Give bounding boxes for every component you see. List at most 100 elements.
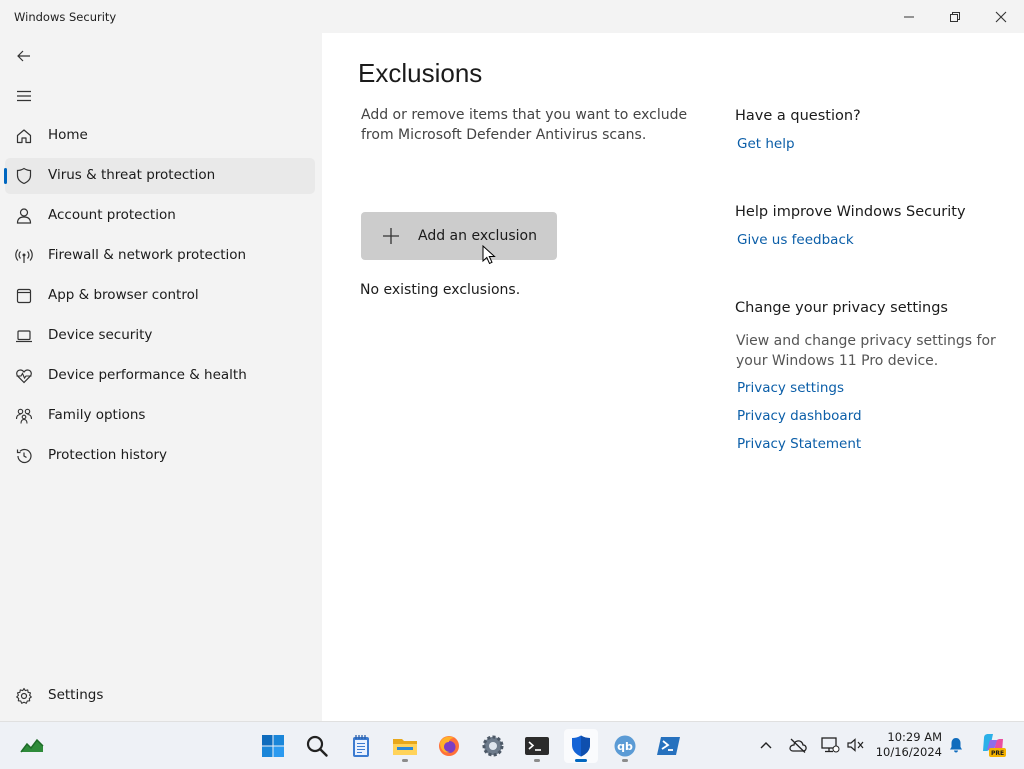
selection-indicator: [4, 168, 7, 184]
gear-icon: [14, 686, 34, 706]
sidebar-item-label: Firewall & network protection: [48, 247, 247, 263]
taskbar-app-notepad[interactable]: [344, 729, 378, 763]
notepad-icon: [353, 735, 369, 757]
history-icon: [14, 446, 34, 466]
hamburger-icon: [17, 90, 31, 102]
restore-icon: [950, 11, 960, 22]
svg-text:qb: qb: [617, 740, 633, 753]
powershell-icon: [657, 737, 680, 755]
improve-heading: Help improve Windows Security: [735, 204, 966, 220]
show-hidden-icons-button[interactable]: [755, 734, 777, 756]
sidebar-item-app-browser-control[interactable]: App & browser control: [5, 278, 315, 314]
title-bar: Windows Security: [0, 0, 1024, 33]
terminal-icon: [525, 737, 549, 755]
plus-icon: [383, 228, 399, 244]
window-title: Windows Security: [14, 10, 117, 24]
wireless-icon: [14, 246, 34, 266]
heart-pulse-icon: [14, 366, 34, 386]
app-window-icon: [14, 286, 34, 306]
sidebar-item-label: Home: [48, 127, 88, 143]
clock-date: 10/16/2024: [875, 745, 942, 759]
stock-chart-icon: [20, 738, 44, 753]
taskbar-app-file-explorer[interactable]: [388, 729, 422, 763]
start-icon: [262, 735, 284, 757]
restore-button[interactable]: [932, 0, 978, 33]
sidebar-item-family-options[interactable]: Family options: [5, 398, 315, 434]
sidebar-item-device-security[interactable]: Device security: [5, 318, 315, 354]
settings-gear-icon: [482, 735, 504, 757]
sidebar-item-account-protection[interactable]: Account protection: [5, 198, 315, 234]
start-button[interactable]: [256, 729, 290, 763]
clock-time: 10:29 AM: [887, 730, 942, 744]
taskbar-app-terminal[interactable]: [520, 729, 554, 763]
taskbar: qb 10:29 AM 10/16/2024 PRE: [0, 721, 1024, 769]
network-monitor-icon: [821, 737, 840, 753]
sidebar-item-settings[interactable]: Settings: [5, 678, 315, 714]
taskbar-app-windows-security[interactable]: [564, 729, 598, 763]
sidebar-item-label: Virus & threat protection: [48, 167, 216, 183]
page-title: Exclusions: [358, 58, 483, 88]
get-help-link[interactable]: Get help: [737, 136, 795, 152]
firefox-icon: [439, 736, 459, 756]
sidebar-item-label: Account protection: [48, 207, 176, 223]
network-tray[interactable]: [819, 734, 841, 756]
sidebar: Home Virus & threat protection Account p…: [0, 33, 322, 721]
onedrive-tray[interactable]: [787, 734, 809, 756]
taskbar-app-powershell[interactable]: [652, 729, 686, 763]
active-indicator: [575, 759, 587, 762]
close-button[interactable]: [978, 0, 1024, 33]
sidebar-item-firewall-network[interactable]: Firewall & network protection: [5, 238, 315, 274]
copilot-icon: PRE: [983, 734, 1006, 757]
volume-tray[interactable]: [845, 734, 867, 756]
minimize-button[interactable]: [886, 0, 932, 33]
family-icon: [14, 406, 34, 426]
privacy-dashboard-link[interactable]: Privacy dashboard: [737, 408, 862, 424]
sidebar-item-device-performance[interactable]: Device performance & health: [5, 358, 315, 394]
bell-icon: [950, 738, 962, 753]
sidebar-item-label: Device performance & health: [48, 367, 247, 383]
chevron-up-icon: [760, 742, 772, 749]
add-exclusion-label: Add an exclusion: [418, 228, 537, 244]
sidebar-item-label: Family options: [48, 407, 146, 423]
sidebar-item-protection-history[interactable]: Protection history: [5, 438, 315, 474]
question-heading: Have a question?: [735, 108, 861, 124]
mouse-cursor-icon: [482, 245, 496, 265]
widgets-button[interactable]: [15, 729, 49, 763]
running-indicator: [622, 759, 628, 762]
privacy-settings-link[interactable]: Privacy settings: [737, 380, 844, 396]
qbittorrent-icon: qb: [614, 735, 636, 757]
menu-button[interactable]: [8, 80, 40, 112]
search-icon: [306, 735, 328, 757]
privacy-heading: Change your privacy settings: [735, 300, 948, 316]
running-indicator: [402, 759, 408, 762]
home-icon: [14, 126, 34, 146]
sidebar-item-label: App & browser control: [48, 287, 199, 303]
taskbar-app-settings[interactable]: [476, 729, 510, 763]
feedback-link[interactable]: Give us feedback: [737, 232, 854, 248]
taskbar-app-firefox[interactable]: [432, 729, 466, 763]
copilot-button[interactable]: PRE: [980, 732, 1006, 758]
windows-security-icon: [572, 735, 590, 757]
shield-icon: [14, 166, 34, 186]
sidebar-item-label: Protection history: [48, 447, 168, 463]
page-description: Add or remove items that you want to exc…: [361, 107, 688, 143]
sidebar-item-label: Device security: [48, 327, 153, 343]
back-button[interactable]: [8, 40, 40, 72]
privacy-description: View and change privacy settings for you…: [736, 333, 996, 369]
notifications-button[interactable]: [945, 734, 967, 756]
search-button[interactable]: [300, 729, 334, 763]
file-explorer-icon: [393, 739, 417, 755]
privacy-statement-link[interactable]: Privacy Statement: [737, 436, 861, 452]
laptop-icon: [14, 326, 34, 346]
empty-state-message: No existing exclusions.: [360, 282, 521, 298]
back-arrow-icon: [17, 50, 30, 62]
svg-text:PRE: PRE: [991, 750, 1004, 757]
taskbar-clock[interactable]: 10:29 AM 10/16/2024: [872, 730, 942, 760]
speaker-muted-icon: [847, 738, 864, 752]
taskbar-app-qbittorrent[interactable]: qb: [608, 729, 642, 763]
person-icon: [14, 206, 34, 226]
sidebar-item-home[interactable]: Home: [5, 118, 315, 154]
sidebar-item-virus-threat-protection[interactable]: Virus & threat protection: [4, 158, 315, 194]
close-icon: [995, 11, 1007, 22]
add-exclusion-button[interactable]: Add an exclusion: [361, 212, 557, 260]
